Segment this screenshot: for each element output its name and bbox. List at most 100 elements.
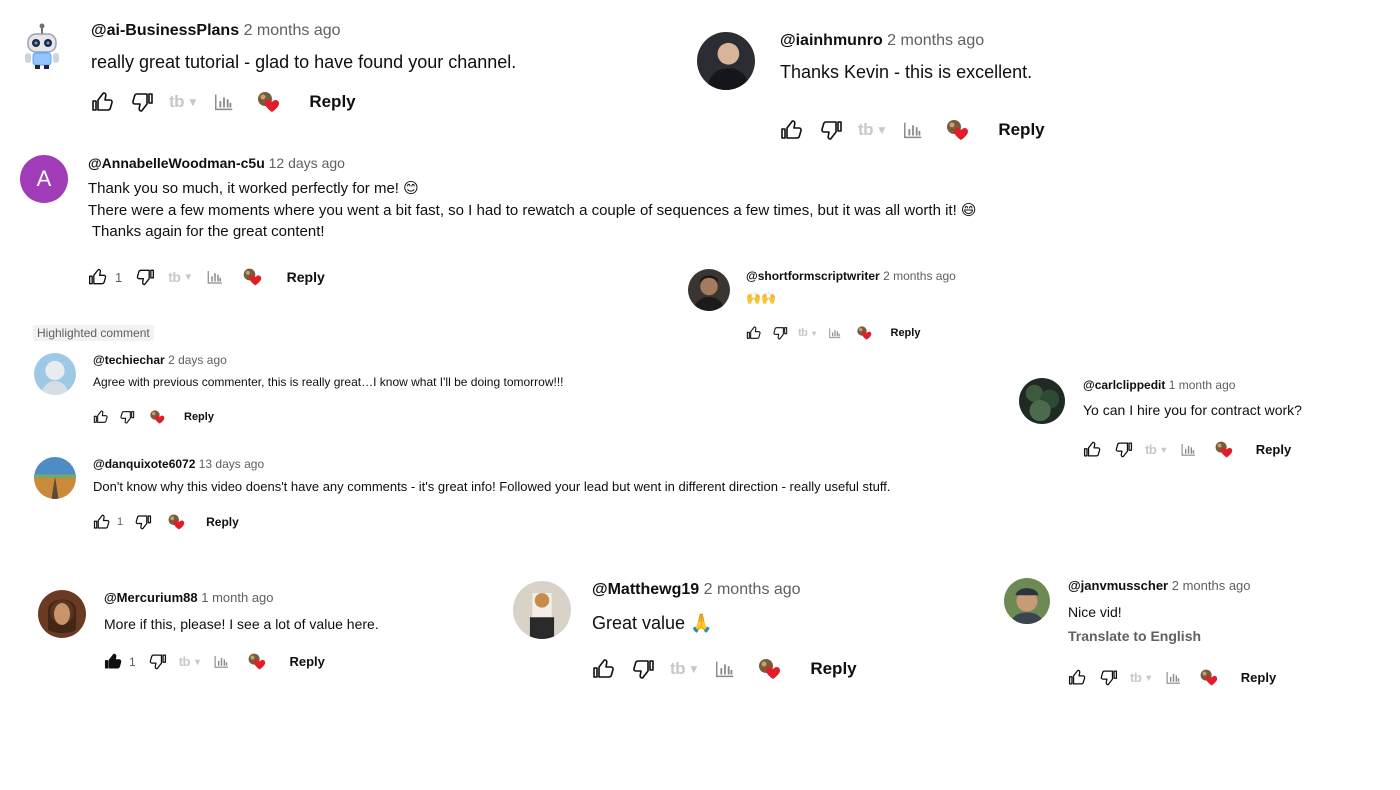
comment-meta: @techiechar 2 days ago	[93, 353, 564, 367]
comment-time[interactable]: 12 days ago	[269, 155, 345, 171]
tubebuddy-icon[interactable]: tb ▼	[670, 659, 700, 679]
dislike-button[interactable]	[1114, 440, 1133, 459]
author-handle[interactable]: @shortformscriptwriter	[746, 269, 880, 283]
avatar[interactable]	[697, 32, 755, 90]
bar-chart-icon[interactable]	[828, 326, 842, 340]
tubebuddy-icon[interactable]: tb ▼	[169, 92, 199, 112]
like-button[interactable]	[1083, 440, 1102, 459]
bar-chart-icon[interactable]	[902, 119, 924, 141]
like-button[interactable]: 1	[88, 267, 122, 287]
creator-heart-icon[interactable]	[167, 513, 185, 531]
tubebuddy-icon[interactable]: tb ▼	[1130, 670, 1153, 685]
avatar[interactable]	[513, 581, 571, 639]
bar-chart-icon[interactable]	[213, 91, 235, 113]
author-handle[interactable]: @carlclippedit	[1083, 378, 1165, 392]
comment-time[interactable]: 2 months ago	[887, 32, 984, 49]
reply-button[interactable]: Reply	[309, 92, 355, 112]
comment-text: 🙌🙌	[746, 291, 776, 305]
reply-button[interactable]: Reply	[289, 654, 324, 669]
dislike-button[interactable]	[819, 118, 843, 142]
avatar[interactable]	[1019, 378, 1065, 424]
like-button[interactable]	[1068, 668, 1087, 687]
comment-body: @shortformscriptwriter 2 months ago 🙌🙌	[746, 269, 956, 305]
bar-chart-icon[interactable]	[1165, 669, 1182, 686]
dislike-button[interactable]	[772, 325, 788, 341]
like-button[interactable]: 1	[93, 513, 123, 531]
reply-button[interactable]: Reply	[1241, 670, 1276, 685]
comment-time[interactable]: 2 days ago	[168, 353, 227, 367]
author-handle[interactable]: @Mercurium88	[104, 590, 198, 605]
tubebuddy-icon[interactable]: tb ▼	[168, 269, 193, 285]
bar-chart-icon[interactable]	[1180, 441, 1197, 458]
reply-button[interactable]: Reply	[891, 327, 921, 339]
comment-time[interactable]: 1 month ago	[1169, 378, 1236, 392]
comment-time[interactable]: 13 days ago	[199, 457, 264, 471]
thumbs-up-icon	[592, 657, 616, 681]
like-count: 1	[129, 654, 136, 669]
dislike-button[interactable]	[148, 652, 167, 671]
comment-text: Agree with previous commenter, this is r…	[93, 375, 564, 389]
like-button[interactable]: 1	[104, 652, 136, 671]
comment-meta: @iainhmunro 2 months ago	[780, 32, 1032, 50]
reply-button[interactable]: Reply	[998, 120, 1044, 140]
author-handle[interactable]: @janvmusscher	[1068, 578, 1168, 593]
dislike-button[interactable]	[1099, 668, 1118, 687]
creator-heart-icon[interactable]	[247, 652, 266, 671]
tubebuddy-icon[interactable]: tb ▼	[798, 327, 818, 339]
creator-heart-icon[interactable]	[1199, 668, 1218, 687]
dislike-button[interactable]	[130, 90, 154, 114]
reply-button[interactable]: Reply	[1256, 442, 1291, 457]
avatar[interactable]	[34, 457, 76, 499]
comment-actions: tb ▼ Reply	[1083, 440, 1291, 459]
dislike-button[interactable]	[119, 409, 135, 425]
author-handle[interactable]: @ai-BusinessPlans	[91, 22, 239, 39]
comment-time[interactable]: 2 months ago	[883, 269, 956, 283]
comment-time[interactable]: 2 months ago	[1172, 578, 1251, 593]
avatar[interactable]: A	[20, 155, 68, 203]
creator-heart-icon[interactable]	[945, 118, 969, 142]
avatar[interactable]	[688, 269, 730, 311]
avatar[interactable]	[18, 22, 66, 70]
reply-button[interactable]: Reply	[287, 269, 325, 285]
tubebuddy-icon[interactable]: tb ▼	[179, 654, 202, 669]
avatar[interactable]	[38, 590, 86, 638]
like-button[interactable]	[592, 657, 616, 681]
reply-button[interactable]: Reply	[206, 515, 239, 529]
creator-heart-icon[interactable]	[256, 90, 280, 114]
creator-heart-icon[interactable]	[757, 657, 781, 681]
creator-heart-icon[interactable]	[242, 267, 262, 287]
thumbs-up-icon	[93, 513, 111, 531]
creator-heart-icon[interactable]	[149, 409, 165, 425]
like-button[interactable]	[746, 325, 762, 341]
thumbs-up-icon	[746, 325, 762, 341]
creator-heart-icon[interactable]	[1214, 440, 1233, 459]
like-button[interactable]	[93, 409, 109, 425]
avatar[interactable]	[1004, 578, 1050, 624]
like-button[interactable]	[91, 90, 115, 114]
author-handle[interactable]: @danquixote6072	[93, 457, 195, 471]
bar-chart-icon[interactable]	[213, 653, 230, 670]
author-handle[interactable]: @AnnabelleWoodman-c5u	[88, 155, 265, 171]
like-button[interactable]	[780, 118, 804, 142]
creator-heart-icon[interactable]	[856, 325, 872, 341]
author-handle[interactable]: @techiechar	[93, 353, 165, 367]
tubebuddy-icon[interactable]: tb ▼	[1145, 442, 1168, 457]
avatar[interactable]	[34, 353, 76, 395]
reply-button[interactable]: Reply	[184, 411, 214, 423]
author-handle[interactable]: @iainhmunro	[780, 32, 883, 49]
dislike-button[interactable]	[134, 513, 152, 531]
comment-actions: tb ▼ Reply	[1068, 668, 1276, 687]
comment-body: @carlclippedit 1 month ago Yo can I hire …	[1083, 378, 1302, 418]
comment-time[interactable]: 2 months ago	[244, 22, 341, 39]
bar-chart-icon[interactable]	[714, 658, 736, 680]
author-handle[interactable]: @Matthewg19	[592, 581, 699, 598]
dislike-button[interactable]	[135, 267, 155, 287]
translate-link[interactable]: Translate to English	[1068, 628, 1251, 644]
tubebuddy-icon[interactable]: tb ▼	[858, 120, 888, 140]
comment-time[interactable]: 1 month ago	[201, 590, 273, 605]
comment-time[interactable]: 2 months ago	[704, 581, 801, 598]
comment-body: @ai-BusinessPlans 2 months ago really gre…	[91, 22, 516, 73]
dislike-button[interactable]	[631, 657, 655, 681]
reply-button[interactable]: Reply	[810, 659, 856, 679]
bar-chart-icon[interactable]	[206, 268, 224, 286]
